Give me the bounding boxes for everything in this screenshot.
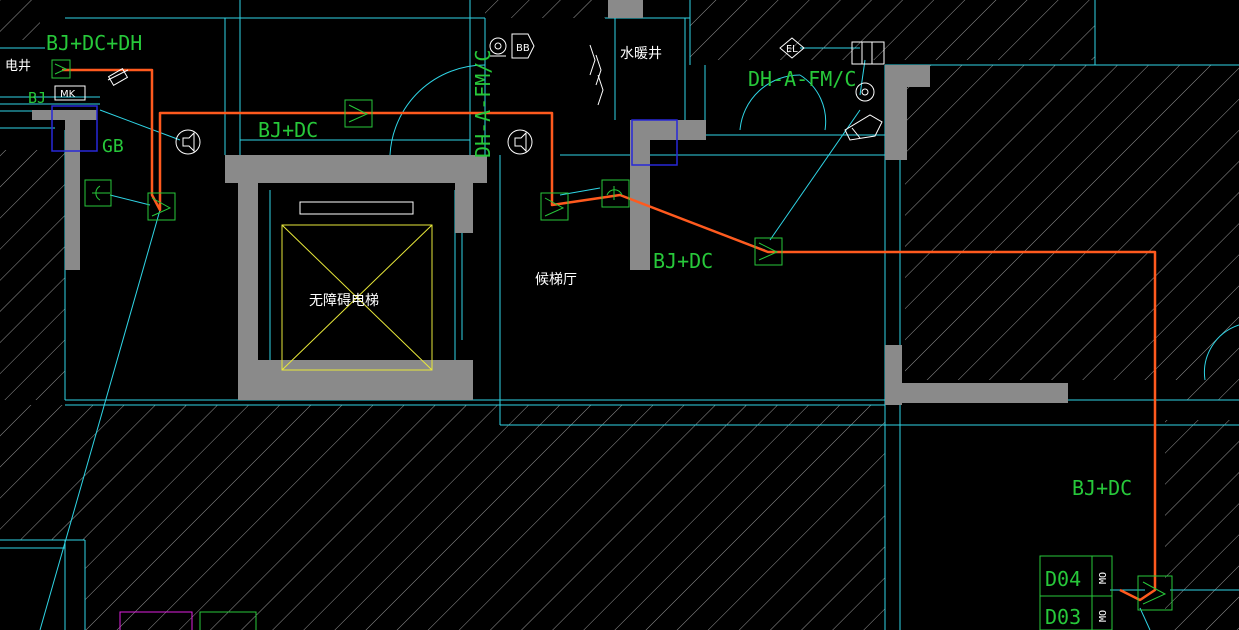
label-accessible-elevator: 无障碍电梯 [309,293,379,309]
label-d03: D03 [1045,605,1081,629]
fan-icon: BB [511,33,535,59]
detector-icon [540,192,569,221]
label-electric-shaft: 电井 [5,59,31,74]
label-bj-dc-mid: BJ+DC [653,249,713,273]
label-bj: BJ [28,89,46,107]
camera-icon [844,114,883,141]
handset-icon [84,179,112,207]
label-mo-bottom: MO [1098,610,1109,622]
speaker-icon [175,129,201,155]
label-elevator-lobby: 候梯厅 [535,272,577,288]
cad-floor-plan: BB BJ+DC+DH 电井 BJ MK GB BJ+DC DH-A-FM/C … [0,0,1239,630]
label-bj-dc-dh: BJ+DC+DH [46,31,142,55]
fan-icon [855,82,875,102]
hatched-areas [0,0,1239,630]
label-bj-dc-right: BJ+DC [1072,476,1132,500]
label-bj-dc-top: BJ+DC [258,118,318,142]
elevator-door-panel [299,201,414,215]
label-mo-top: MO [1098,572,1109,584]
label-el: EL [786,44,798,55]
shaft-fixtures [589,44,604,106]
label-d04: D04 [1045,567,1081,591]
speaker-icon [507,129,533,155]
handset-icon [601,179,630,208]
label-dh-a-fm-c-horizontal: DH-A-FM/C [748,67,856,91]
svg-text:BB: BB [516,43,530,54]
label-water-heating-shaft: 水暖井 [620,46,662,62]
label-gb: GB [102,136,124,157]
label-dh-a-fm-c-vertical: DH-A-FM/C [471,50,495,158]
label-mk: MK [60,89,76,100]
